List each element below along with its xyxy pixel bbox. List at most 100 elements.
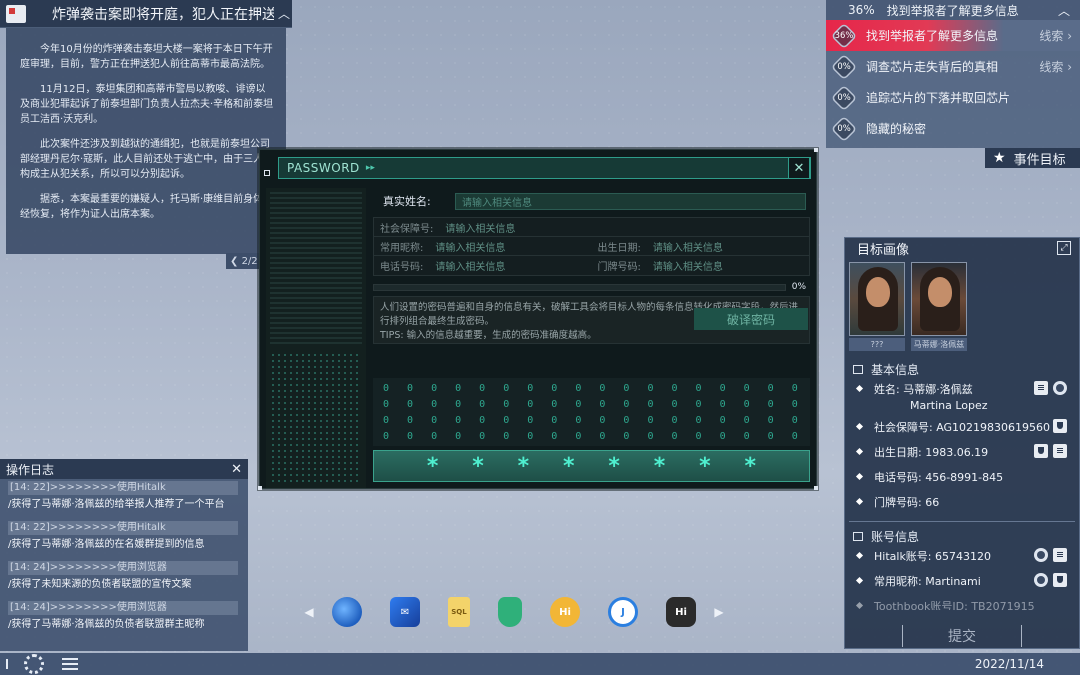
password-dialog: PASSWORD ▸▸ ✕ 真实姓名: 请输入相关信息 社会保障号: 请输入相关… [258, 148, 818, 490]
gear-icon[interactable] [24, 654, 44, 674]
objective-item[interactable]: 0% 追踪芯片的下落并取回芯片 [826, 82, 1080, 113]
clue-link[interactable]: 线索 › [1039, 27, 1072, 44]
bottom-bar: 2022/11/14 [0, 653, 1080, 675]
news-paragraph: 此次案件还涉及到越狱的通缉犯，也就是前泰坦公司部经理丹尼尔·寇斯，此人目前还处于… [20, 139, 274, 180]
ssn-label: 社会保障号: [380, 223, 434, 235]
hacker-app-icon[interactable]: Hi [666, 597, 696, 627]
log-entry: [14: 22]>>>>>>>>使用Hitalk /获得了马蒂娜·洛佩兹的在名媛… [8, 521, 238, 559]
birthdate-field[interactable]: 出生日期: 请输入相关信息 [592, 239, 810, 254]
door-row: 门牌号码: 66 [845, 494, 1079, 519]
clue-link[interactable]: 线索 › [1039, 58, 1072, 75]
objectives-header[interactable]: 36% 找到举报者了解更多信息 ︿ [826, 0, 1080, 20]
phone-field[interactable]: 电话号码: 请输入相关信息 [374, 258, 592, 273]
name-row: 姓名: 马蒂娜·洛佩兹 Martina Lopez [845, 381, 1079, 419]
ssn-input[interactable]: 请输入相关信息 [445, 220, 515, 235]
prev-page-icon[interactable]: ❮ [230, 256, 238, 267]
objective-text: 隐藏的秘密 [866, 122, 927, 136]
log-entry: [14: 24]>>>>>>>>使用浏览器 /获得了马蒂娜·洛佩兹的负债者联盟群… [8, 601, 238, 639]
password-char: * [563, 453, 575, 479]
progress-hex-icon: 0% [830, 53, 858, 80]
password-char: * [426, 453, 439, 479]
birthdate-input[interactable]: 请输入相关信息 [653, 239, 723, 254]
objective-item[interactable]: 36% 找到举报者了解更多信息 线索 › [826, 20, 1080, 51]
toothbook-value: Toothbook账号ID: TB2071915 [874, 600, 1035, 610]
toothbook-row: Toothbook账号ID: TB2071915 [845, 598, 1079, 610]
browser-app-icon[interactable] [332, 597, 362, 627]
progress-bar [373, 283, 786, 291]
objective-item[interactable]: 0% 隐藏的秘密 [826, 113, 1080, 144]
close-icon[interactable]: ✕ [788, 157, 810, 179]
real-name-input[interactable]: 请输入相关信息 [455, 192, 806, 210]
corner-marker [258, 486, 262, 490]
nickname-input[interactable]: 请输入相关信息 [435, 239, 505, 254]
nickname-field[interactable]: 常用昵称: 请输入相关信息 [374, 239, 592, 254]
news-paragraph: 今年10月份的炸弹袭击泰坦大楼一案将于本日下午开庭审理，目前，警方正在押送犯人前… [20, 44, 273, 70]
document-icon[interactable] [1053, 444, 1067, 458]
phone-input[interactable]: 请输入相关信息 [435, 258, 505, 273]
nickname-label: 常用昵称: [380, 242, 424, 254]
list-icon[interactable] [62, 658, 78, 670]
news-title: 炸弹袭击案即将开庭，犯人正在押送中 [52, 6, 274, 23]
collapse-caret-icon[interactable]: ︿ [278, 5, 290, 22]
expand-icon[interactable]: ⤢ [1057, 241, 1071, 255]
hook-app-icon[interactable]: J [608, 597, 638, 627]
password-char: * [472, 453, 484, 479]
progress-row: 0% [373, 282, 810, 292]
objective-item[interactable]: 0% 调查芯片走失背后的真相 线索 › [826, 51, 1080, 82]
door-number-input[interactable]: 请输入相关信息 [653, 258, 723, 273]
portrait-card[interactable]: ??? [849, 262, 905, 351]
dock-prev-icon[interactable]: ◀ [300, 605, 318, 619]
submit-row: 提交 [845, 624, 1079, 648]
portrait-image [849, 262, 905, 336]
divider [849, 521, 1075, 522]
security-app-icon[interactable] [498, 597, 522, 627]
objectives-header-text: 找到举报者了解更多信息 [886, 3, 1019, 18]
shield-icon[interactable] [1034, 444, 1048, 458]
dock-next-icon[interactable]: ▶ [710, 605, 728, 619]
news-bar[interactable]: 炸弹袭击案即将开庭，犯人正在押送中 ︿ [0, 0, 292, 28]
portrait-image [911, 262, 967, 336]
target-profile-title: 目标画像 [857, 242, 910, 258]
document-icon[interactable] [1034, 381, 1048, 395]
log-entry: [14: 24]>>>>>>>>使用浏览器 /获得了未知来源的负债者联盟的宣传文… [8, 561, 238, 599]
globe-icon[interactable] [1034, 548, 1048, 562]
hitalk-app-icon[interactable]: Hi [550, 597, 580, 627]
sql-app-icon[interactable]: SQL [448, 597, 470, 627]
password-title: PASSWORD [287, 161, 360, 175]
portrait-card[interactable]: 马蒂娜·洛佩兹 [911, 262, 967, 351]
globe-icon[interactable] [1034, 573, 1048, 587]
log-message: /获得了马蒂娜·洛佩兹的在名媛群提到的信息 [8, 539, 205, 550]
password-char: * [744, 453, 757, 479]
bullet-icon [855, 422, 864, 431]
collapse-caret-icon[interactable]: ︿ [1058, 2, 1070, 19]
event-goals-tab[interactable]: ★ 事件目标 [985, 148, 1080, 168]
dot-matrix [270, 352, 362, 482]
phone-row: 电话号码: 456-8991-845 [845, 469, 1079, 494]
crack-password-button[interactable]: 破译密码 [694, 308, 808, 330]
binary-row: 0 0 0 0 0 0 0 0 0 0 0 0 0 0 0 0 0 0 0 0 … [383, 383, 800, 394]
bullet-icon [855, 497, 864, 506]
document-icon[interactable] [1053, 548, 1067, 562]
bullet-icon [855, 384, 864, 393]
mail-app-icon[interactable]: ✉ [390, 597, 420, 627]
code-lines [270, 192, 362, 346]
globe-icon[interactable] [1053, 381, 1067, 395]
objective-text: 找到举报者了解更多信息 [866, 29, 999, 43]
binary-row: 0 0 0 0 0 0 0 0 0 0 0 0 0 0 0 0 0 0 0 0 … [383, 399, 800, 410]
binary-row: 0 0 0 0 0 0 0 0 0 0 0 0 0 0 0 0 0 0 0 0 … [383, 431, 800, 442]
shield-icon[interactable] [1053, 573, 1067, 587]
event-goals-label: 事件目标 [1013, 152, 1066, 168]
name-english: Martina Lopez [910, 399, 988, 412]
ssn-field[interactable]: 社会保障号: 请输入相关信息 [374, 220, 809, 235]
hitalk-value: Hitalk账号: 65743120 [874, 550, 991, 563]
bullet-icon [855, 551, 864, 560]
basic-info-title: 基本信息 [871, 362, 920, 377]
bullet-icon [855, 472, 864, 481]
ssn-value: 社会保障号: AG10219830619560 [874, 421, 1051, 434]
operation-log-header: 操作日志 ✕ [0, 459, 248, 479]
close-icon[interactable]: ✕ [231, 462, 242, 477]
submit-button[interactable]: 提交 [902, 625, 1022, 647]
door-number-field[interactable]: 门牌号码: 请输入相关信息 [592, 258, 810, 273]
account-info-title: 账号信息 [871, 529, 920, 544]
shield-icon[interactable] [1053, 419, 1067, 433]
